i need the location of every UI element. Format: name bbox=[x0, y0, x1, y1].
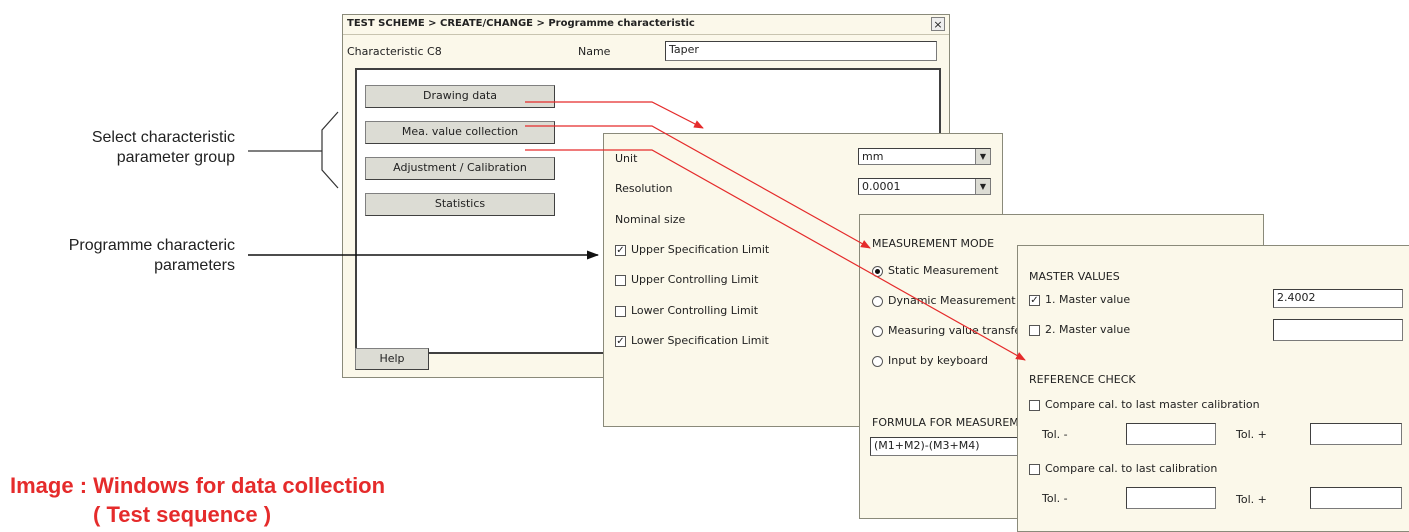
lsl-checkbox[interactable]: ✓ bbox=[615, 336, 626, 347]
usl-checkbox[interactable]: ✓ bbox=[615, 245, 626, 256]
lcl-checkbox[interactable] bbox=[615, 306, 626, 317]
chevron-down-icon[interactable]: ▼ bbox=[975, 179, 990, 194]
master-values-heading: MASTER VALUES bbox=[1029, 270, 1120, 283]
lcl-label: Lower Controlling Limit bbox=[631, 304, 759, 317]
formula-heading: FORMULA FOR MEASUREMENT bbox=[872, 416, 1041, 429]
tol-minus-field-2[interactable] bbox=[1126, 487, 1216, 509]
tol-plus-field-2[interactable] bbox=[1310, 487, 1402, 509]
static-label: Static Measurement bbox=[888, 264, 999, 277]
unit-value: mm bbox=[862, 150, 884, 163]
lsl-label: Lower Specification Limit bbox=[631, 334, 769, 347]
mea-value-collection-button[interactable]: Mea. value collection bbox=[365, 121, 555, 144]
keyboard-label: Input by keyboard bbox=[888, 354, 988, 367]
ucl-label: Upper Controlling Limit bbox=[631, 273, 759, 286]
name-label: Name bbox=[578, 45, 611, 58]
dynamic-label: Dynamic Measurement bbox=[888, 294, 1016, 307]
resolution-value: 0.0001 bbox=[862, 180, 901, 193]
resolution-select[interactable]: 0.0001 ▼ bbox=[858, 178, 991, 195]
drawing-data-button[interactable]: Drawing data bbox=[365, 85, 555, 108]
compare2-label: Compare cal. to last calibration bbox=[1045, 462, 1218, 475]
tol-plus-field-1[interactable] bbox=[1310, 423, 1402, 445]
chevron-down-icon[interactable]: ▼ bbox=[975, 149, 990, 164]
tol-plus-label-2: Tol. + bbox=[1236, 493, 1267, 506]
tol-minus-label: Tol. - bbox=[1042, 428, 1068, 441]
master1-checkbox[interactable]: ✓ bbox=[1029, 295, 1040, 306]
static-radio[interactable] bbox=[872, 266, 883, 277]
unit-select[interactable]: mm ▼ bbox=[858, 148, 991, 165]
compare2-checkbox[interactable] bbox=[1029, 464, 1040, 475]
compare1-checkbox[interactable] bbox=[1029, 400, 1040, 411]
transfer-radio[interactable] bbox=[872, 326, 883, 337]
annotation-select-group: Select characteristic parameter group bbox=[91, 129, 235, 166]
transfer-label: Measuring value transfer bbox=[888, 324, 1026, 337]
keyboard-radio[interactable] bbox=[872, 356, 883, 367]
dynamic-radio[interactable] bbox=[872, 296, 883, 307]
compare1-label: Compare cal. to last master calibration bbox=[1045, 398, 1260, 411]
master-values-panel: MASTER VALUES ✓ 1. Master value 2.4002 2… bbox=[1017, 245, 1409, 532]
window-title: TEST SCHEME > CREATE/CHANGE > Programme … bbox=[347, 18, 695, 29]
statistics-button[interactable]: Statistics bbox=[365, 193, 555, 216]
master2-field[interactable] bbox=[1273, 319, 1403, 341]
adjustment-calibration-button[interactable]: Adjustment / Calibration bbox=[365, 157, 555, 180]
characteristic-label: Characteristic C8 bbox=[347, 45, 442, 58]
group-bracket bbox=[321, 111, 339, 189]
formula-field[interactable]: (M1+M2)-(M3+M4) bbox=[870, 437, 1030, 456]
unit-label: Unit bbox=[615, 152, 638, 165]
master2-checkbox[interactable] bbox=[1029, 325, 1040, 336]
name-field[interactable]: Taper bbox=[665, 41, 937, 61]
annotation-programme-params: Programme characteric parameters bbox=[68, 237, 235, 274]
title-bar: TEST SCHEME > CREATE/CHANGE > Programme … bbox=[343, 15, 949, 35]
tol-plus-label: Tol. + bbox=[1236, 428, 1267, 441]
help-button[interactable]: Help bbox=[355, 348, 429, 370]
master1-field[interactable]: 2.4002 bbox=[1273, 289, 1403, 308]
ucl-checkbox[interactable] bbox=[615, 275, 626, 286]
nominal-size-label: Nominal size bbox=[615, 213, 686, 226]
usl-label: Upper Specification Limit bbox=[631, 243, 770, 256]
caption-line-1: Image : Windows for data collection bbox=[10, 473, 386, 498]
caption-line-2: ( Test sequence ) bbox=[93, 502, 272, 527]
tol-minus-field-1[interactable] bbox=[1126, 423, 1216, 445]
master2-label: 2. Master value bbox=[1045, 323, 1131, 336]
master1-label: 1. Master value bbox=[1045, 293, 1131, 306]
measurement-mode-heading: MEASUREMENT MODE bbox=[872, 237, 995, 250]
close-button[interactable]: × bbox=[931, 17, 945, 31]
reference-check-heading: REFERENCE CHECK bbox=[1029, 373, 1136, 386]
close-icon: × bbox=[933, 18, 943, 31]
resolution-label: Resolution bbox=[615, 182, 673, 195]
tol-minus-label-2: Tol. - bbox=[1042, 492, 1068, 505]
